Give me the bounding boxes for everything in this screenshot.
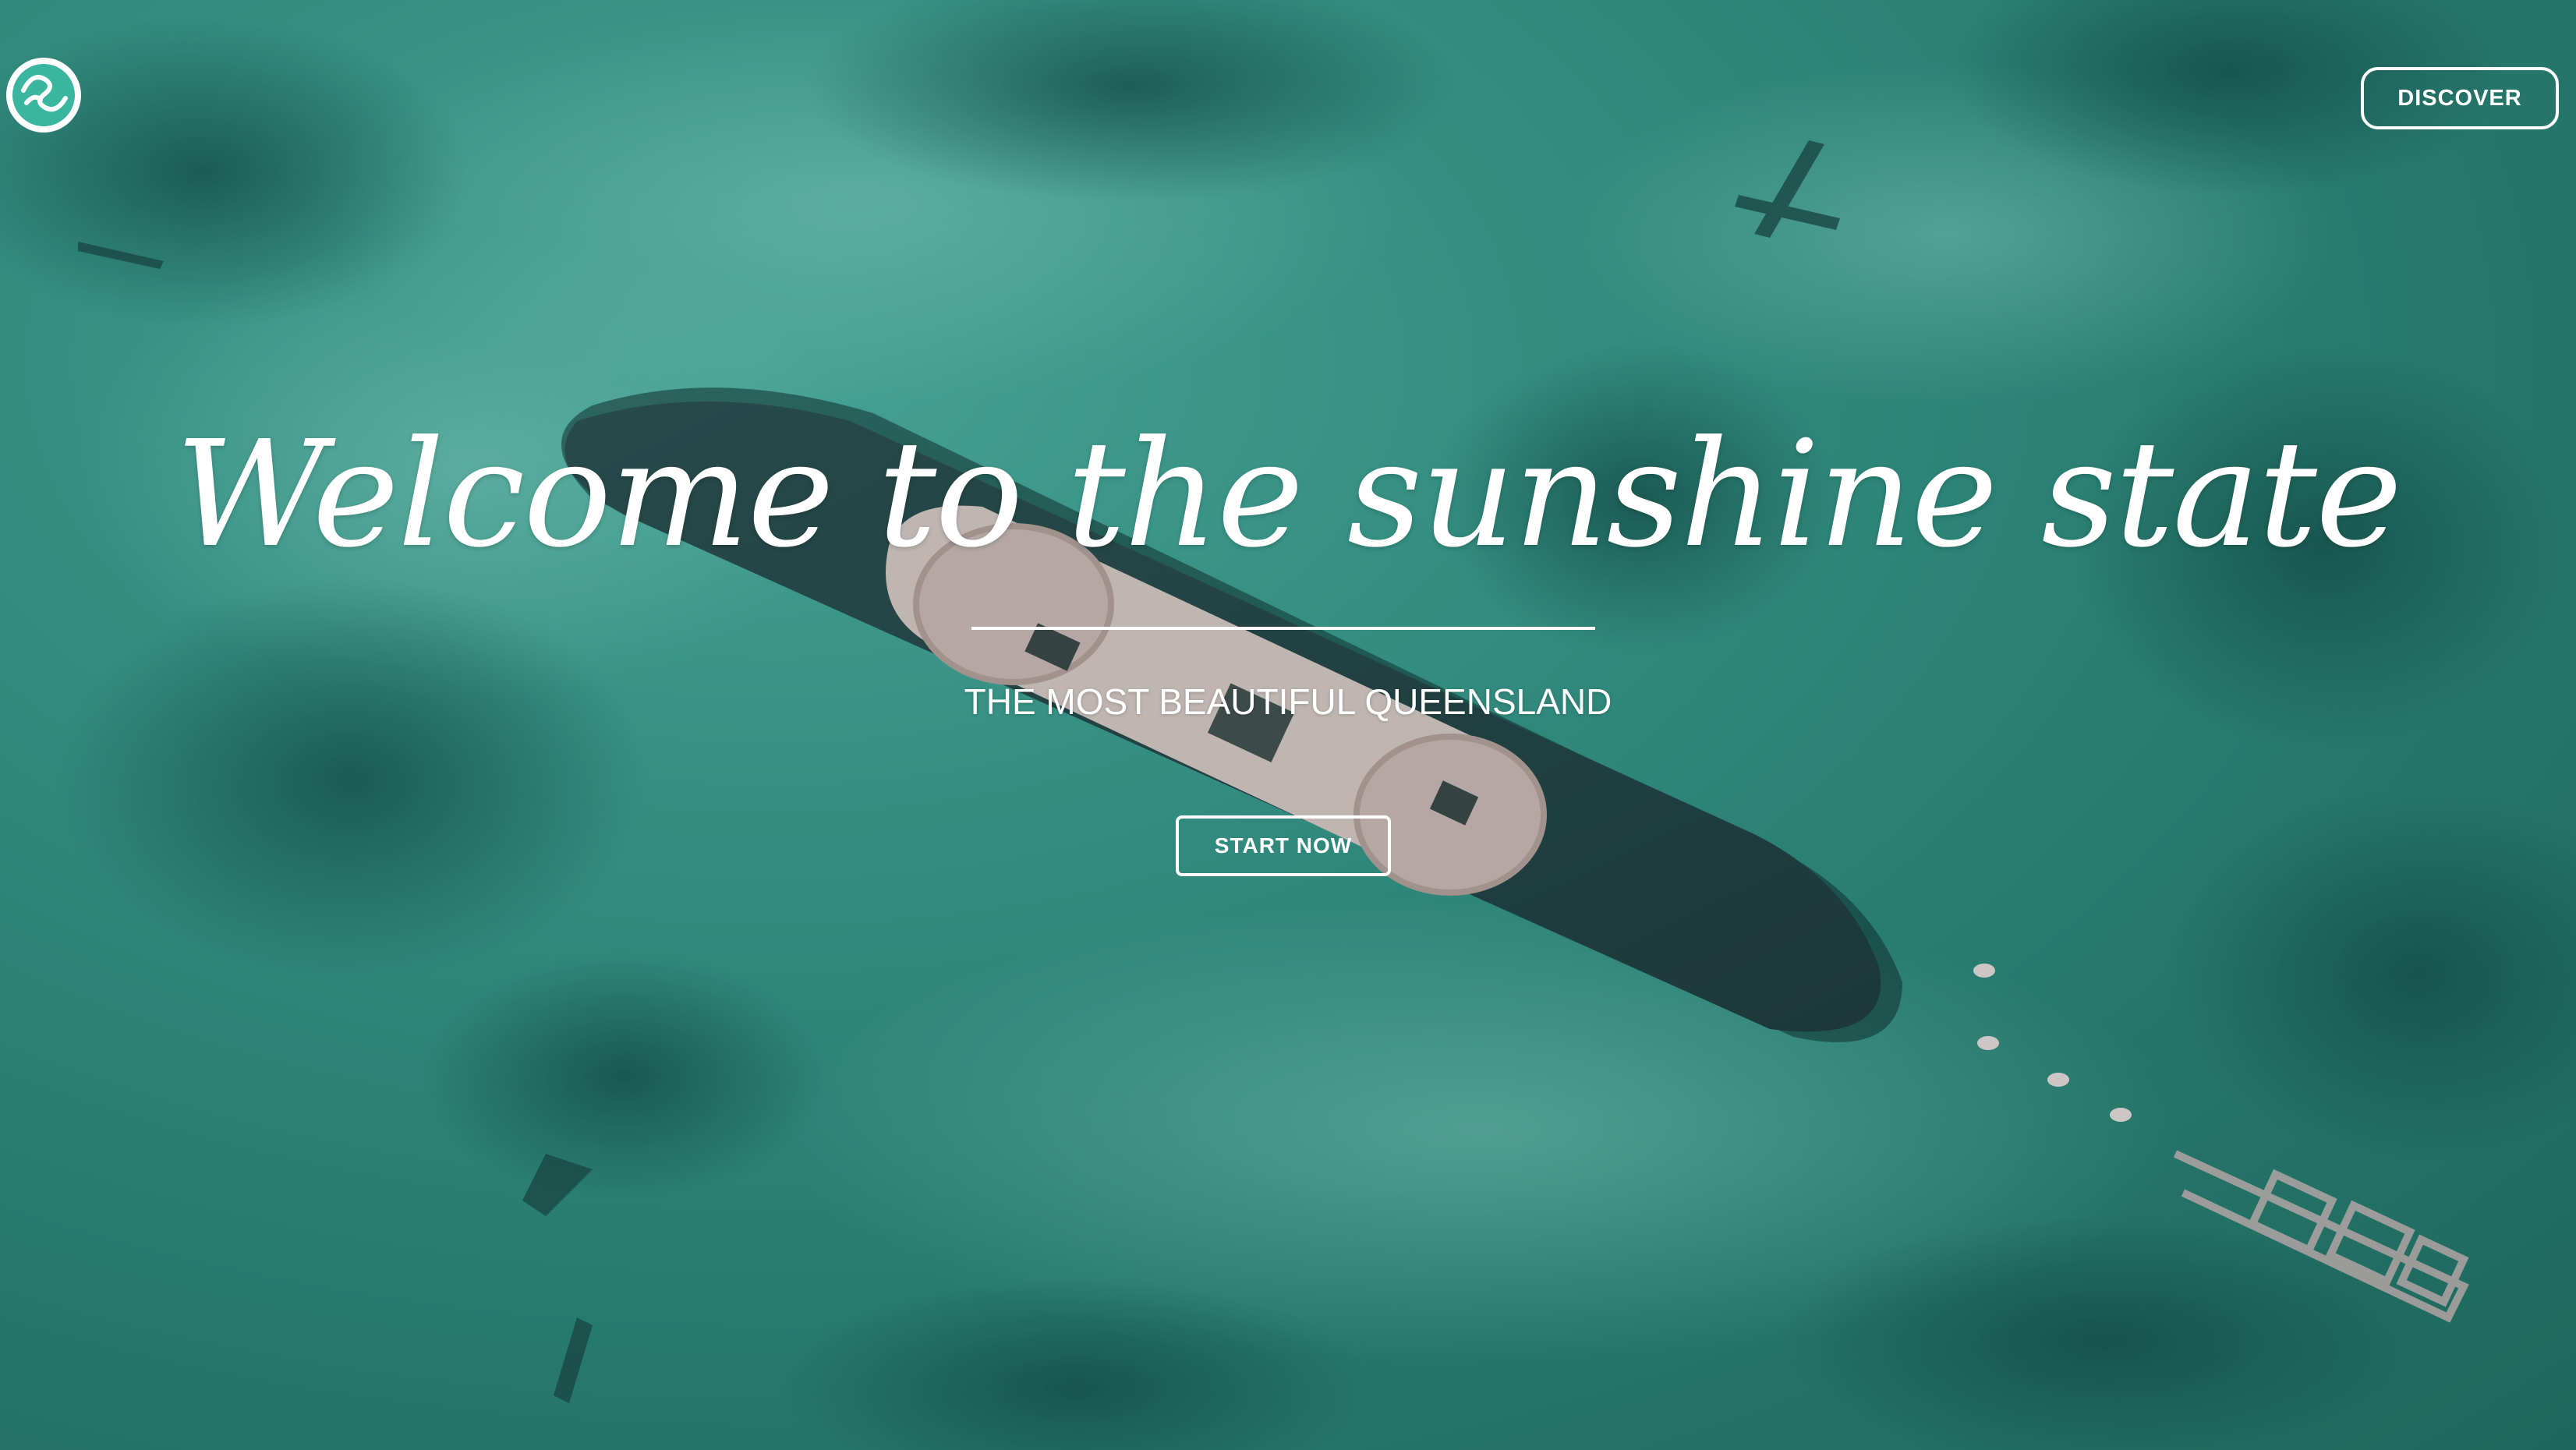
hero-headline: Welcome to the sunshine state: [175, 409, 2403, 580]
site-logo[interactable]: [6, 58, 81, 133]
hero-subtitle: THE MOST BEAUTIFUL QUEENSLAND: [964, 681, 1612, 722]
headline-divider: [971, 627, 1595, 630]
start-now-button[interactable]: START NOW: [1176, 815, 1391, 876]
hero-section: DISCOVER Welcome to the sunshine state T…: [0, 0, 2576, 1450]
hero-overlay: [0, 0, 2576, 1450]
discover-button[interactable]: DISCOVER: [2361, 67, 2559, 129]
wave-logo-icon: [12, 64, 75, 126]
